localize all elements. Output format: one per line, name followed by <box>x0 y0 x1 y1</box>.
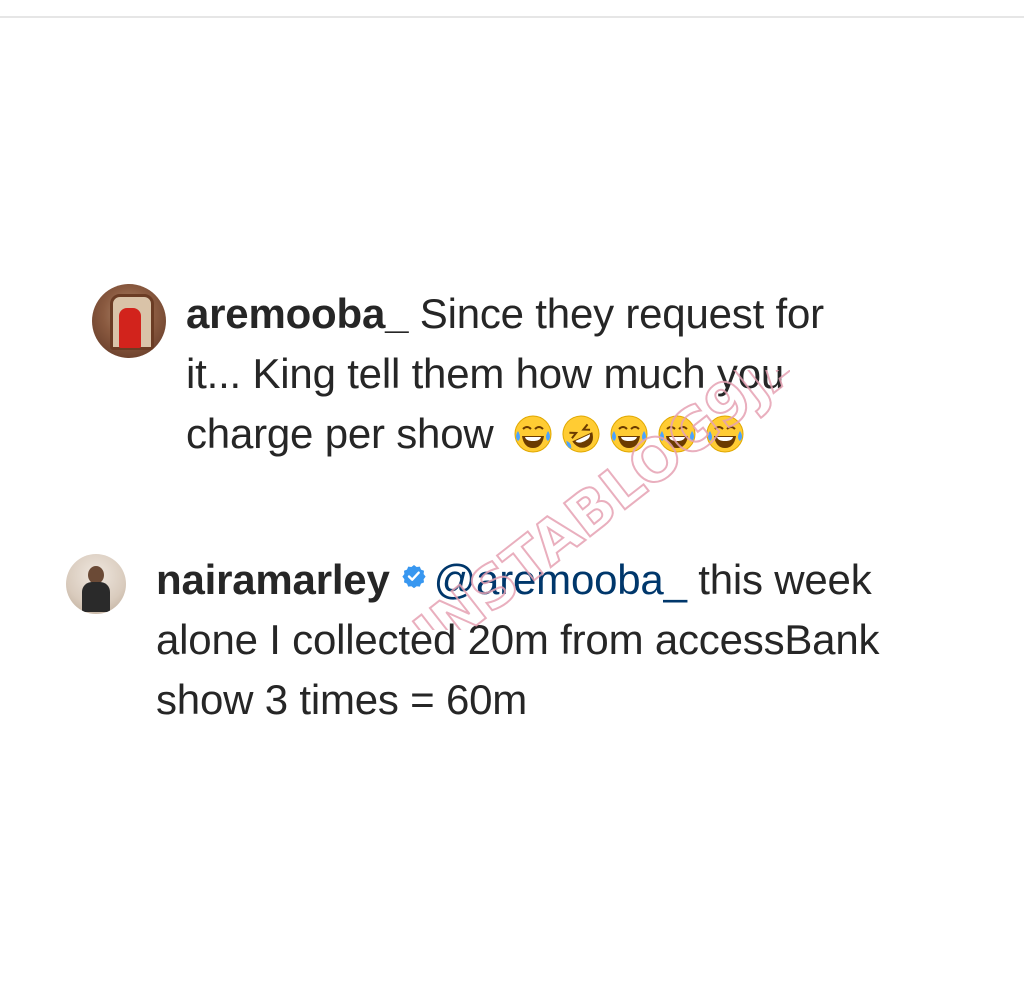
avatar-aremooba[interactable] <box>92 284 166 358</box>
mention-link[interactable]: @aremooba_ <box>434 556 687 603</box>
rofl-emoji-icon <box>562 415 600 453</box>
comment-body: aremooba_ Since they request for it... K… <box>186 284 872 464</box>
avatar-person <box>119 308 141 348</box>
comment-aremooba: aremooba_ Since they request for it... K… <box>92 282 872 464</box>
top-divider <box>0 16 1024 18</box>
comment-username[interactable]: nairamarley <box>156 556 390 603</box>
tears-of-joy-emoji-icon <box>706 415 744 453</box>
emoji-row <box>505 410 745 457</box>
tears-of-joy-emoji-icon <box>658 415 696 453</box>
tears-of-joy-emoji-icon <box>514 415 552 453</box>
comment-nairamarley: nairamarley @aremooba_ this week alone I… <box>66 554 966 730</box>
comment-body: nairamarley @aremooba_ this week alone I… <box>156 550 966 730</box>
comment-username[interactable]: aremooba_ <box>186 290 408 337</box>
tears-of-joy-emoji-icon <box>610 415 648 453</box>
avatar-nairamarley[interactable] <box>66 554 126 614</box>
verified-badge-icon <box>402 565 426 588</box>
avatar-body <box>82 582 110 612</box>
